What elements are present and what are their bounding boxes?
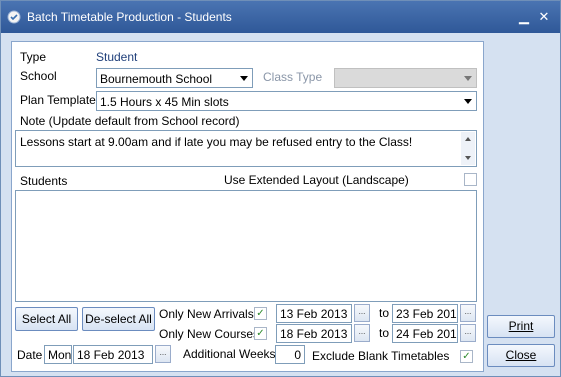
scroll-down-icon[interactable]: [461, 151, 475, 165]
only-new-courses-checkbox[interactable]: ✓: [254, 327, 267, 340]
school-select[interactable]: Bournemouth School: [96, 68, 253, 88]
date-picker-button[interactable]: ...: [155, 345, 171, 363]
students-label: Students: [20, 174, 68, 188]
type-value: Student: [96, 50, 138, 64]
options-panel: Type Student School Bournemouth School C…: [11, 41, 484, 372]
additional-weeks-input[interactable]: 0: [275, 345, 305, 364]
school-select-value: Bournemouth School: [100, 72, 213, 86]
courses-to-value: 24 Feb 201: [396, 327, 457, 341]
minimize-button[interactable]: ▁: [515, 8, 533, 26]
app-icon: [7, 10, 21, 24]
arrivals-to-label: to: [379, 306, 390, 320]
note-text: Lessons start at 9.00am and if late you …: [20, 135, 413, 149]
school-dropdown-arrow-icon[interactable]: [236, 69, 252, 87]
note-textarea[interactable]: Lessons start at 9.00am and if late you …: [15, 130, 477, 167]
courses-to-input[interactable]: 24 Feb 201: [392, 324, 458, 343]
select-all-button[interactable]: Select All: [15, 307, 78, 331]
plan-template-dropdown-arrow-icon[interactable]: [460, 92, 476, 110]
type-label: Type: [20, 50, 47, 64]
plan-template-value: 1.5 Hours x 45 Min slots: [100, 95, 229, 109]
arrivals-to-value: 23 Feb 201: [396, 307, 457, 321]
only-new-courses-label: Only New Courses: [159, 327, 260, 341]
class-type-dropdown-arrow-icon[interactable]: [460, 69, 476, 87]
print-button[interactable]: Print: [487, 315, 555, 338]
additional-weeks-label: Additional Weeks: [183, 347, 276, 361]
deselect-all-button[interactable]: De-select All: [82, 307, 155, 331]
arrivals-from-value: 13 Feb 2013: [280, 307, 348, 321]
additional-weeks-value: 0: [294, 348, 301, 362]
school-label: School: [20, 69, 57, 83]
title-bar: Batch Timetable Production - Students ▁ …: [1, 1, 560, 33]
scroll-up-icon[interactable]: [461, 132, 475, 146]
date-label: Date: [17, 348, 43, 362]
arrivals-from-input[interactable]: 13 Feb 2013: [276, 304, 352, 323]
close-button-label: Close: [505, 348, 537, 362]
arrivals-to-picker-button[interactable]: ...: [460, 304, 476, 322]
class-type-select[interactable]: [334, 68, 477, 88]
exclude-blank-checkbox[interactable]: ✓: [460, 350, 473, 363]
courses-to-label: to: [379, 326, 390, 340]
plan-template-select[interactable]: 1.5 Hours x 45 Min slots: [96, 91, 477, 111]
extended-layout-checkbox[interactable]: [464, 173, 477, 186]
courses-from-value: 18 Feb 2013: [280, 327, 348, 341]
close-window-button[interactable]: ✕: [535, 8, 553, 26]
date-value: 18 Feb 2013: [77, 348, 145, 362]
note-scrollbar[interactable]: [461, 132, 475, 165]
note-label: Note (Update default from School record): [20, 114, 240, 128]
date-day-field: Mon: [44, 345, 72, 364]
batch-timetable-window: Batch Timetable Production - Students ▁ …: [0, 0, 561, 377]
only-new-arrivals-label: Only New Arrivals: [159, 307, 254, 321]
courses-from-input[interactable]: 18 Feb 2013: [276, 324, 352, 343]
close-button[interactable]: Close: [487, 344, 555, 367]
plan-template-label: Plan Template: [20, 93, 96, 107]
courses-to-picker-button[interactable]: ...: [460, 324, 476, 342]
print-button-label: Print: [508, 319, 534, 333]
arrivals-to-input[interactable]: 23 Feb 201: [392, 304, 458, 323]
courses-from-picker-button[interactable]: ...: [354, 324, 370, 342]
arrivals-from-picker-button[interactable]: ...: [354, 304, 370, 322]
extended-layout-label: Use Extended Layout (Landscape): [224, 173, 409, 187]
date-day-value: Mon: [48, 348, 72, 362]
class-type-label: Class Type: [263, 70, 323, 84]
exclude-blank-label: Exclude Blank Timetables: [312, 349, 450, 363]
students-list[interactable]: [15, 190, 477, 302]
only-new-arrivals-checkbox[interactable]: ✓: [254, 307, 267, 320]
window-title: Batch Timetable Production - Students: [27, 10, 232, 24]
date-input[interactable]: 18 Feb 2013: [73, 345, 153, 364]
